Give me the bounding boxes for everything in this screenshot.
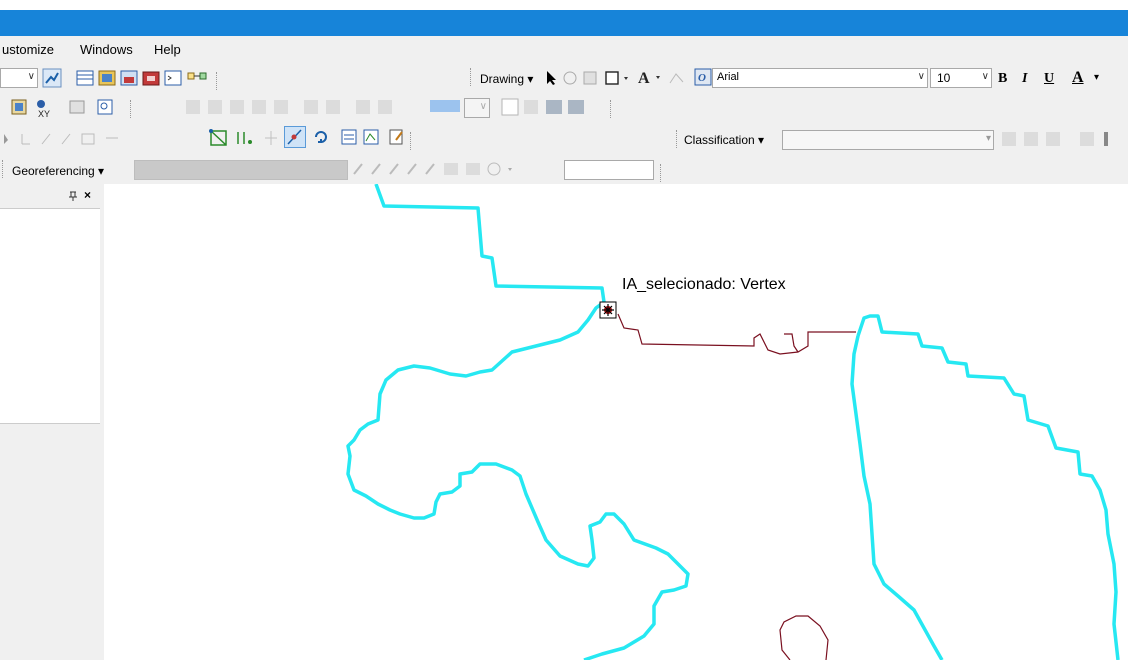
editor-sketch-icon[interactable] [42, 68, 62, 88]
toolbar-grip-classification[interactable] [676, 130, 681, 148]
edit-tool-active-icon[interactable] [284, 126, 306, 148]
polygon-boundary-left [346, 184, 690, 660]
title-bar [0, 0, 1128, 36]
topology-shared-icon[interactable] [234, 128, 256, 148]
classification-label: Classification [684, 133, 755, 147]
select-elements-icon[interactable] [544, 70, 558, 86]
title-bar-strip [0, 10, 1128, 36]
toolbar-row-4: Georeferencing ▾ [0, 154, 1128, 184]
selected-feature-line [617, 313, 856, 355]
overview-icon[interactable] [68, 98, 86, 116]
menu-bar: ustomize Windows Help [0, 36, 1128, 62]
toolbar-grip-georef[interactable] [2, 160, 7, 178]
catalog-icon[interactable] [98, 69, 116, 87]
attributes-icon[interactable] [340, 128, 358, 146]
toolbar-row-2: XY ∨ [0, 92, 1128, 122]
selected-polygon-small [779, 615, 829, 660]
go-to-xy-icon[interactable]: XY [34, 98, 56, 118]
svg-text:O: O [698, 72, 706, 84]
pin-icon[interactable] [68, 190, 78, 202]
font-name-combo[interactable]: Arial ∨ [712, 68, 928, 88]
font-size-value: 10 [937, 71, 951, 85]
rectangle-tool-icon[interactable] [604, 70, 632, 86]
toolbar-overflow-icon-3[interactable] [610, 100, 615, 118]
font-color-button[interactable]: A [1072, 69, 1084, 87]
create-features-icon[interactable] [388, 128, 406, 146]
topology-edit-icon[interactable] [208, 128, 230, 148]
polygon-boundary-right [850, 314, 1120, 660]
layout-tool-icon[interactable] [10, 98, 28, 116]
georeferencing-label: Georeferencing [12, 164, 95, 178]
menu-help[interactable]: Help [154, 42, 181, 57]
rotate-tool-icon[interactable] [312, 128, 330, 146]
panel-close-button[interactable]: × [84, 188, 91, 202]
georef-layer-combo[interactable] [134, 160, 348, 180]
menu-windows[interactable]: Windows [80, 42, 133, 57]
modelbuilder-icon[interactable] [186, 69, 208, 87]
svg-text:A: A [638, 70, 650, 86]
toolbar-overflow-icon-2[interactable] [130, 100, 135, 118]
underline-button[interactable]: U [1044, 71, 1054, 87]
vertex-snap-label: IA_selecionado: Vertex [622, 276, 786, 293]
classification-layer-combo[interactable]: ▾ [782, 130, 994, 150]
drawing-menu[interactable]: Drawing ▾ [480, 72, 533, 86]
font-color-dropdown-icon[interactable]: ▾ [1094, 72, 1099, 83]
disabled-tools-group-icon [186, 100, 460, 114]
magnifier-window-icon[interactable] [96, 98, 114, 116]
toolbar-overflow-icon[interactable] [216, 72, 221, 90]
text-tool-icon[interactable]: A [636, 68, 666, 86]
font-name-value: Arial [717, 71, 740, 83]
svg-text:XY: XY [38, 109, 50, 118]
toolbox-icon[interactable] [142, 69, 160, 87]
font-type-icon: O [694, 68, 712, 86]
toolbar-overflow-icon-4[interactable] [410, 132, 415, 150]
layer-combo[interactable]: ∨ [0, 68, 38, 88]
bold-button[interactable]: B [998, 71, 1007, 87]
rotate-icon[interactable] [562, 70, 578, 86]
python-window-icon[interactable] [164, 69, 182, 87]
classification-menu[interactable]: Classification ▾ [684, 133, 764, 147]
georeferencing-menu[interactable]: Georeferencing ▾ [12, 164, 104, 178]
table-icon[interactable] [76, 69, 94, 87]
georef-input-box[interactable] [564, 160, 654, 180]
font-size-combo[interactable]: 10 ∨ [930, 68, 992, 88]
georef-disabled-tools-icon [353, 162, 512, 176]
search-window-icon[interactable] [120, 69, 138, 87]
toolbar-row-3: Classification ▾ ▾ [0, 122, 1128, 154]
docked-panel: × [0, 184, 105, 660]
panel-content [0, 208, 100, 424]
disabled-split-icon [265, 131, 277, 145]
map-view[interactable] [104, 184, 1128, 660]
toolbar-overflow-icon-5[interactable] [660, 164, 665, 182]
map-canvas[interactable] [104, 184, 1128, 660]
disabled-combo: ∨ [464, 98, 490, 118]
italic-button[interactable]: I [1022, 71, 1027, 87]
toolbar-grip-drawing[interactable] [470, 68, 475, 86]
menu-customize[interactable]: ustomize [2, 42, 54, 57]
vertex-marker-icon[interactable] [599, 301, 617, 319]
edit-vertices-icon[interactable] [668, 70, 686, 86]
drawing-label: Drawing [480, 72, 525, 86]
disabled-tools-group-icon-2 [501, 98, 584, 116]
toolbar-row-1: ∨ Drawing ▾ A O Arial ∨ 10 ∨ B I U A ▾ [0, 62, 1128, 92]
disabled-editing-tools-icon [4, 133, 118, 145]
classification-tools-icon [1002, 132, 1108, 146]
sketch-properties-icon[interactable] [362, 128, 380, 146]
zoom-to-element-icon[interactable] [582, 70, 598, 86]
